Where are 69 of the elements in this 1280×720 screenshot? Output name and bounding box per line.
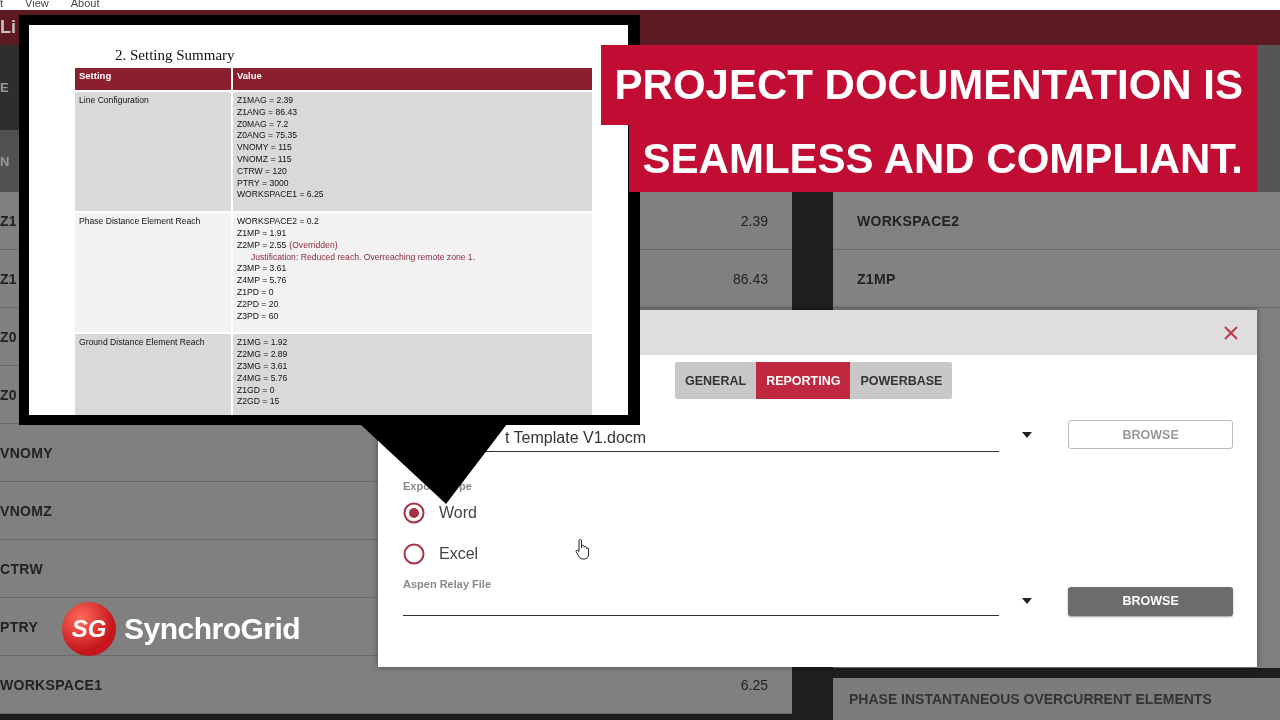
setting-label: Z1MP bbox=[857, 270, 896, 287]
setting-label: VNOMZ bbox=[0, 502, 53, 519]
setting-value: Z1MP = 1.91 bbox=[237, 227, 287, 238]
setting-value: WORKSPACE1 = 6.25 bbox=[237, 189, 324, 200]
tab[interactable]: REPORTING bbox=[756, 362, 851, 399]
setting-row[interactable]: Z1MP bbox=[833, 250, 1280, 308]
setting-value: WORKSPACE2 = 0.2 bbox=[237, 216, 319, 227]
setting-name: Phase Distance Element Reach bbox=[79, 216, 201, 227]
setting-label: WORKSPACE1 bbox=[0, 676, 103, 693]
document-heading: 2. Setting Summary bbox=[115, 47, 236, 64]
section-title: PHASE INSTANTANEOUS OVERCURRENT ELEMENTS bbox=[849, 691, 1212, 707]
radio-label[interactable]: Word bbox=[439, 503, 477, 522]
setting-name: Ground Distance Element Reach bbox=[79, 337, 205, 348]
table-header: Setting bbox=[75, 68, 231, 90]
setting-row[interactable]: WORKSPACE2 bbox=[833, 192, 1280, 250]
setting-value: Z2PD = 20 bbox=[237, 298, 279, 309]
header-label: N bbox=[0, 153, 10, 169]
setting-value: 2.39 bbox=[740, 212, 768, 229]
app-title: Li bbox=[0, 17, 16, 38]
radio-button[interactable] bbox=[403, 542, 425, 565]
override-note: (Overridden) bbox=[289, 239, 338, 250]
setting-value: Z4MP = 5.76 bbox=[237, 275, 287, 286]
setting-value: Z4MG = 5.76 bbox=[237, 372, 288, 383]
table-header: Value bbox=[233, 68, 592, 90]
logo-wordmark: SynchroGrid bbox=[124, 612, 301, 646]
setting-label: CTRW bbox=[0, 560, 43, 577]
setting-value: 6.25 bbox=[740, 676, 768, 693]
setting-label: Z1 bbox=[0, 270, 17, 287]
setting-value: PTRY = 3000 bbox=[237, 177, 289, 188]
radio-label[interactable]: Excel bbox=[439, 544, 479, 563]
header-label: E bbox=[0, 80, 9, 95]
field-label: Aspen Relay File bbox=[403, 578, 493, 590]
setting-value: Z0ANG = 75.35 bbox=[237, 130, 297, 141]
setting-value: Z1MG = 1.92 bbox=[237, 337, 288, 348]
banner-headline: PROJECT DOCUMENTATION IS bbox=[600, 45, 1257, 125]
setting-label: Z1 bbox=[0, 212, 17, 229]
setting-value: Z2MP = 2.55 bbox=[237, 239, 287, 250]
field-label: pe bbox=[458, 480, 472, 492]
close-icon[interactable] bbox=[1223, 324, 1239, 341]
setting-label: WORKSPACE2 bbox=[857, 212, 960, 229]
setting-label: PTRY bbox=[0, 618, 39, 635]
menu-item[interactable]: About bbox=[70, 0, 100, 10]
setting-value: CTRW = 120 bbox=[237, 165, 287, 176]
menu-item[interactable]: View bbox=[25, 0, 49, 10]
setting-value: Z0MAG = 7.2 bbox=[237, 118, 289, 129]
setting-value: Z3PD = 60 bbox=[237, 310, 279, 321]
hand-cursor-icon bbox=[575, 538, 591, 560]
setting-value: Z1ANG = 86.43 bbox=[237, 106, 297, 117]
menu-item[interactable]: t bbox=[0, 0, 4, 10]
setting-label: VNOMY bbox=[0, 444, 53, 461]
setting-value: 86.43 bbox=[732, 270, 768, 287]
setting-value: Z1MAG = 2.39 bbox=[237, 95, 294, 105]
setting-label: Z0 bbox=[0, 328, 17, 345]
setting-value: Z2MG = 2.89 bbox=[237, 349, 288, 360]
banner-headline: SEAMLESS AND COMPLIANT. bbox=[628, 125, 1257, 192]
setting-value: Z1PD = 0 bbox=[237, 286, 274, 297]
setting-label: Z0 bbox=[0, 386, 17, 403]
dropdown-caret-icon[interactable] bbox=[1022, 598, 1033, 604]
setting-value: Z2GD = 15 bbox=[237, 396, 280, 407]
browse-button[interactable]: BROWSE bbox=[1068, 586, 1233, 616]
dropdown-caret-icon[interactable] bbox=[1022, 431, 1033, 438]
setting-value: Z1GD = 0 bbox=[237, 384, 275, 395]
setting-value: VNOMY = 115 bbox=[237, 142, 292, 153]
setting-value: Z3MG = 3.61 bbox=[237, 360, 288, 371]
setting-name: Line Configuration bbox=[79, 95, 149, 105]
justification-text: Justification: Reduced reach. Overreaching remote zone 1. bbox=[251, 251, 477, 264]
setting-value: VNOMZ = 115 bbox=[237, 154, 292, 164]
setting-value: Z3MP = 3.61 bbox=[237, 263, 287, 274]
radio-button[interactable] bbox=[403, 501, 425, 524]
